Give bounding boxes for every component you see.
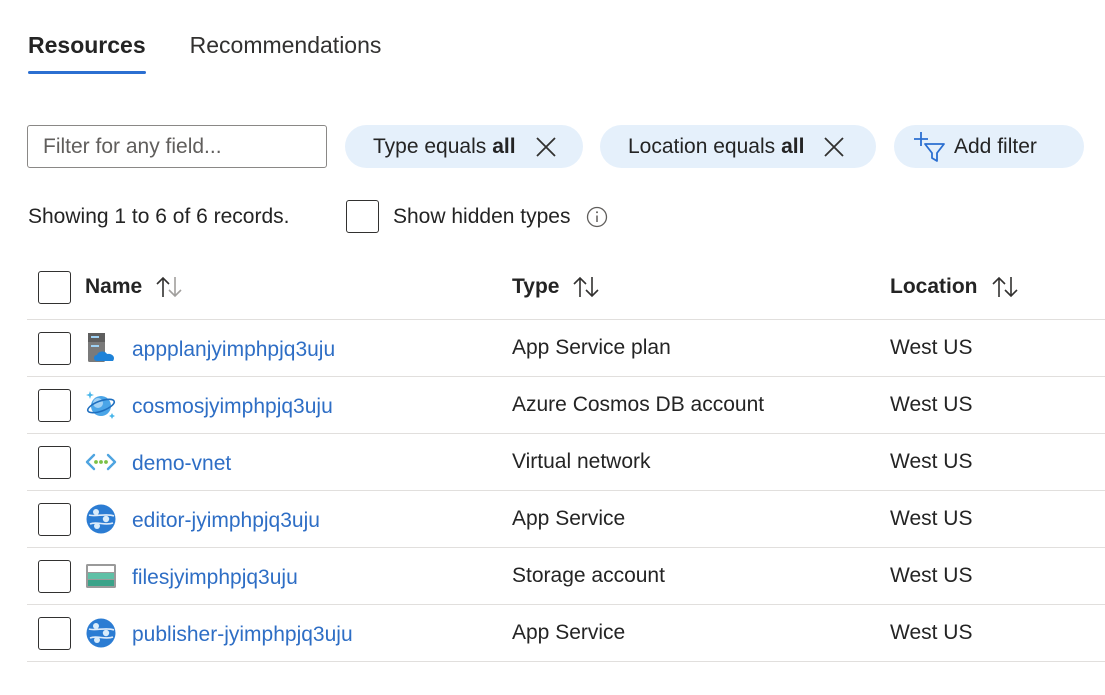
resource-link[interactable]: appplanjyimphpjq3uju xyxy=(132,338,335,362)
tab-resources[interactable]: Resources xyxy=(28,30,146,76)
sort-icon xyxy=(991,276,1018,298)
name-cell: demo-vnet xyxy=(85,446,231,478)
resources-page: Resources Recommendations Type equals al… xyxy=(0,0,1105,695)
column-header-location[interactable]: Location xyxy=(890,274,1020,300)
show-hidden-types: Show hidden types xyxy=(346,200,608,233)
table-row: demo-vnet Virtual network West US xyxy=(27,434,1105,491)
row-checkbox[interactable] xyxy=(38,332,71,365)
name-cell: editor-jyimphpjq3uju xyxy=(85,503,320,535)
show-hidden-checkbox[interactable] xyxy=(346,200,379,233)
type-cell: Storage account xyxy=(512,564,665,587)
resource-link[interactable]: demo-vnet xyxy=(132,452,231,476)
type-filter-value: all xyxy=(492,134,516,158)
sort-icon xyxy=(156,276,182,298)
table-row: publisher-jyimphpjq3uju App Service West… xyxy=(27,605,1105,662)
column-name-label: Name xyxy=(85,275,143,298)
row-checkbox[interactable] xyxy=(38,560,71,593)
table-row: editor-jyimphpjq3uju App Service West US xyxy=(27,491,1105,548)
row-checkbox[interactable] xyxy=(38,389,71,422)
table-header: Name Type Location xyxy=(27,262,1105,320)
add-filter-button[interactable]: Add filter xyxy=(894,125,1084,168)
app-service-plan-icon xyxy=(88,333,115,362)
select-all-checkbox[interactable] xyxy=(38,271,71,304)
row-checkbox[interactable] xyxy=(38,617,71,650)
table-row: cosmosjyimphpjq3uju Azure Cosmos DB acco… xyxy=(27,377,1105,434)
app-service-icon xyxy=(86,504,116,534)
app-service-icon xyxy=(86,618,116,648)
resource-link[interactable]: filesjyimphpjq3uju xyxy=(132,566,298,590)
records-count: Showing 1 to 6 of 6 records. xyxy=(28,205,290,228)
location-filter-value: all xyxy=(781,134,805,158)
row-checkbox[interactable] xyxy=(38,503,71,536)
add-filter-label: Add filter xyxy=(954,134,1037,158)
close-icon[interactable] xyxy=(822,135,846,159)
location-cell: West US xyxy=(890,450,973,473)
info-icon[interactable] xyxy=(586,206,608,228)
filter-input[interactable] xyxy=(27,125,327,168)
column-type-label: Type xyxy=(512,275,560,298)
add-filter-icon xyxy=(914,131,945,162)
virtual-network-icon xyxy=(85,453,117,471)
location-cell: West US xyxy=(890,621,973,644)
location-cell: West US xyxy=(890,393,973,416)
type-filter-pill[interactable]: Type equals all xyxy=(345,125,583,168)
resource-link[interactable]: editor-jyimphpjq3uju xyxy=(132,509,320,533)
storage-account-icon xyxy=(86,564,116,588)
resource-link[interactable]: publisher-jyimphpjq3uju xyxy=(132,623,353,647)
type-cell: App Service plan xyxy=(512,336,671,359)
cosmos-db-icon xyxy=(86,391,116,419)
column-header-name[interactable]: Name xyxy=(85,274,184,300)
location-filter-prefix: Location equals xyxy=(628,134,776,158)
tab-bar: Resources Recommendations xyxy=(28,30,425,76)
close-icon[interactable] xyxy=(534,135,558,159)
tab-recommendations[interactable]: Recommendations xyxy=(190,30,382,76)
table-row: appplanjyimphpjq3uju App Service plan We… xyxy=(27,320,1105,377)
type-cell: App Service xyxy=(512,621,626,644)
show-hidden-label: Show hidden types xyxy=(393,204,571,228)
location-cell: West US xyxy=(890,336,973,359)
name-cell: appplanjyimphpjq3uju xyxy=(85,332,335,364)
name-cell: filesjyimphpjq3uju xyxy=(85,560,298,592)
location-cell: West US xyxy=(890,507,973,530)
row-checkbox[interactable] xyxy=(38,446,71,479)
name-cell: cosmosjyimphpjq3uju xyxy=(85,389,333,421)
type-cell: App Service xyxy=(512,507,626,530)
location-filter-pill[interactable]: Location equals all xyxy=(600,125,876,168)
location-cell: West US xyxy=(890,564,973,587)
column-header-type[interactable]: Type xyxy=(512,274,601,300)
resource-link[interactable]: cosmosjyimphpjq3uju xyxy=(132,395,333,419)
column-location-label: Location xyxy=(890,275,978,298)
type-cell: Azure Cosmos DB account xyxy=(512,393,765,416)
type-cell: Virtual network xyxy=(512,450,651,473)
name-cell: publisher-jyimphpjq3uju xyxy=(85,617,353,649)
sort-icon xyxy=(573,276,600,298)
resources-table: Name Type Location appplanjyimphpjq3uju … xyxy=(27,262,1105,662)
type-filter-prefix: Type equals xyxy=(373,134,487,158)
table-row: filesjyimphpjq3uju Storage account West … xyxy=(27,548,1105,605)
